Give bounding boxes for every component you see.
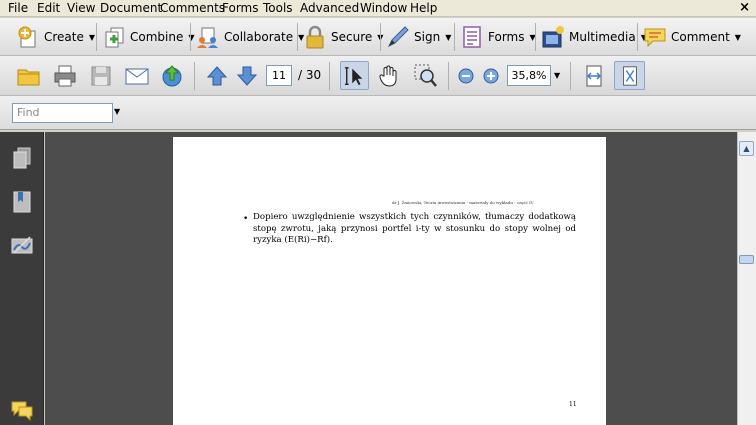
zoom-in-icon[interactable] bbox=[479, 64, 503, 88]
divider bbox=[570, 62, 571, 90]
zoom-out-icon[interactable] bbox=[454, 64, 478, 88]
menu-help[interactable]: Help bbox=[410, 1, 437, 15]
divider bbox=[329, 62, 330, 90]
pages-icon[interactable] bbox=[10, 146, 34, 170]
chevron-down-icon: ▼ bbox=[445, 32, 452, 42]
menu-tools[interactable]: Tools bbox=[263, 1, 293, 15]
menu-view[interactable]: View bbox=[67, 1, 95, 15]
combine-files-icon bbox=[105, 27, 124, 48]
divider bbox=[637, 23, 638, 51]
comment-bubble-icon bbox=[644, 28, 666, 48]
scroll-up-arrow-icon[interactable]: ▲ bbox=[739, 141, 754, 156]
menu-file[interactable]: File bbox=[8, 1, 28, 15]
hand-tool-icon[interactable] bbox=[377, 64, 401, 88]
chevron-down-icon: ▼ bbox=[734, 32, 741, 42]
pdf-page: dr J. Żmiowski, Teoria inwestowania - ma… bbox=[173, 137, 606, 425]
bookmarks-icon[interactable] bbox=[10, 190, 34, 214]
menu-window[interactable]: Window bbox=[360, 1, 407, 15]
page-number-footer: 11 bbox=[569, 401, 577, 408]
save-icon[interactable] bbox=[89, 64, 113, 88]
collaborate-icon bbox=[197, 27, 218, 48]
divider bbox=[448, 62, 449, 90]
navigation-panel bbox=[0, 132, 44, 425]
form-icon bbox=[463, 26, 481, 48]
secure-label: Secure bbox=[331, 30, 373, 44]
secure-button[interactable]: Secure ▼ bbox=[303, 22, 383, 52]
upload-globe-icon[interactable] bbox=[160, 64, 184, 88]
forms-button[interactable]: Forms ▼ bbox=[460, 22, 536, 52]
lock-icon bbox=[306, 25, 324, 49]
divider bbox=[297, 23, 298, 51]
scrollbar-thumb[interactable] bbox=[739, 255, 754, 264]
zoom-dropdown-chevron-icon[interactable]: ▼ bbox=[554, 71, 560, 80]
signatures-icon[interactable] bbox=[10, 233, 34, 257]
divider bbox=[190, 23, 191, 51]
menu-document[interactable]: Document bbox=[100, 1, 162, 15]
email-icon[interactable] bbox=[125, 64, 149, 88]
divider bbox=[380, 23, 381, 51]
forms-label: Forms bbox=[488, 30, 525, 44]
combine-button[interactable]: Combine ▼ bbox=[102, 22, 195, 52]
page-number-input[interactable]: 11 bbox=[266, 65, 292, 86]
page-paragraph: Dopiero uwzględnienie wszystkich tych cz… bbox=[253, 212, 576, 245]
menu-forms[interactable]: Forms bbox=[222, 1, 258, 15]
chevron-down-icon: ▼ bbox=[88, 32, 96, 42]
find-options-chevron-icon[interactable]: ▼ bbox=[114, 107, 120, 116]
collaborate-button[interactable]: Collaborate ▼ bbox=[196, 22, 304, 52]
create-button[interactable]: Create ▼ bbox=[16, 22, 95, 52]
comment-label: Comment bbox=[671, 30, 730, 44]
divider bbox=[454, 23, 455, 51]
combine-label: Combine bbox=[130, 30, 184, 44]
open-folder-icon[interactable] bbox=[17, 64, 41, 88]
menu-edit[interactable]: Edit bbox=[37, 1, 60, 15]
find-toolbar: Find ▼ bbox=[0, 96, 756, 130]
sign-label: Sign bbox=[414, 30, 441, 44]
previous-page-icon[interactable] bbox=[205, 64, 229, 88]
select-tool-icon[interactable] bbox=[340, 61, 369, 90]
vertical-scrollbar[interactable]: ▲ bbox=[737, 132, 756, 425]
menu-comments[interactable]: Comments bbox=[160, 1, 225, 15]
divider bbox=[194, 62, 195, 90]
fit-width-icon[interactable] bbox=[582, 64, 606, 88]
create-label: Create bbox=[44, 30, 84, 44]
comments-panel-icon[interactable] bbox=[10, 398, 34, 422]
multimedia-label: Multimedia bbox=[569, 30, 636, 44]
multimedia-film-icon bbox=[542, 26, 564, 48]
print-icon[interactable] bbox=[53, 64, 77, 88]
menu-bar: File Edit View Document Comments Forms T… bbox=[0, 0, 756, 17]
navigation-toolbar: 11 / 30 35,8% ▼ bbox=[0, 56, 756, 96]
sign-button[interactable]: Sign ▼ bbox=[386, 22, 451, 52]
fit-page-icon[interactable] bbox=[614, 61, 645, 90]
zoom-level-field[interactable]: 35,8% bbox=[507, 65, 551, 86]
bullet: • bbox=[243, 214, 249, 224]
create-pdf-icon bbox=[18, 26, 36, 48]
next-page-icon[interactable] bbox=[235, 64, 259, 88]
multimedia-button[interactable]: Multimedia ▼ bbox=[541, 22, 647, 52]
page-total: / 30 bbox=[298, 68, 322, 82]
comment-button[interactable]: Comment ▼ bbox=[643, 22, 741, 52]
divider bbox=[96, 23, 97, 51]
divider bbox=[535, 23, 536, 51]
menu-advanced[interactable]: Advanced bbox=[300, 1, 359, 15]
tasks-toolbar: Create ▼ Combine ▼ Collaborate ▼ Secure … bbox=[0, 18, 756, 56]
page-header: dr J. Żmiowski, Teoria inwestowania - ma… bbox=[392, 200, 534, 205]
find-input[interactable]: Find bbox=[12, 103, 113, 123]
collaborate-label: Collaborate bbox=[224, 30, 294, 44]
marquee-zoom-icon[interactable] bbox=[414, 64, 438, 88]
pen-icon bbox=[387, 26, 409, 48]
close-document-button[interactable]: × bbox=[739, 0, 750, 16]
